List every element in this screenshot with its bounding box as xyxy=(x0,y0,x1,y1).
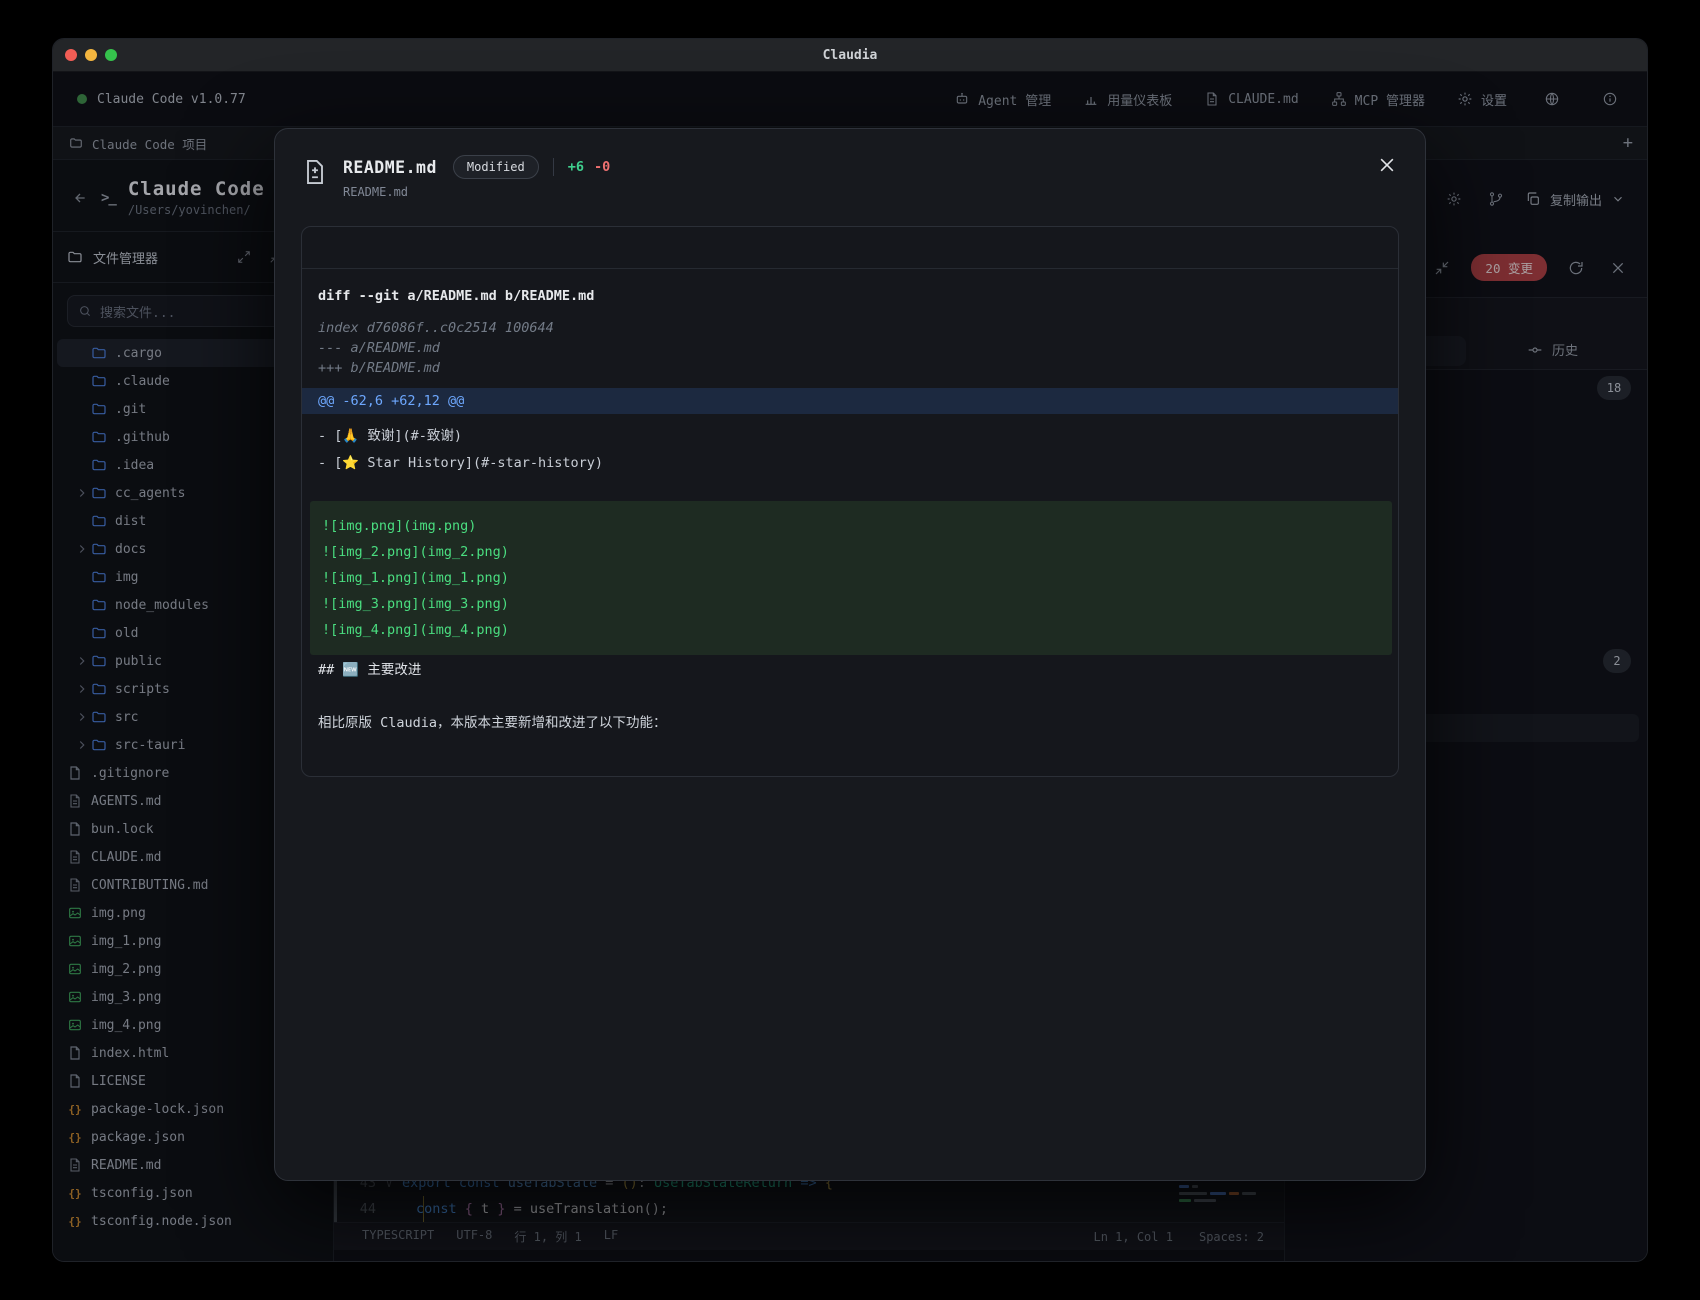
diff-hunk-header: @@ -62,6 +62,12 @@ xyxy=(302,388,1398,414)
diff-added-line: ![img_2.png](img_2.png) xyxy=(310,539,1392,565)
diff-added-line: ![img_3.png](img_3.png) xyxy=(310,591,1392,617)
diff-file-title: README.md xyxy=(343,158,437,177)
diff-context-line: - [🙏 致谢](#-致谢) xyxy=(302,423,1398,450)
deletions-count: -0 xyxy=(594,159,610,175)
diff-modal-header: README.md Modified +6 -0 README.md xyxy=(275,129,1425,199)
diff-old-file-line: --- a/README.md xyxy=(302,338,1398,358)
diff-file-subtitle: README.md xyxy=(343,185,610,199)
diff-index-line: index d76086f..c0c2514 100644 xyxy=(302,318,1398,338)
modal-close-button[interactable] xyxy=(1377,155,1399,177)
app-window: Claudia Claude Code v1.0.77 Agent 管理 用量仪… xyxy=(52,38,1648,1262)
titlebar: Claudia xyxy=(53,39,1647,72)
diff-context-line: - [⭐ Star History](#-star-history) xyxy=(302,450,1398,477)
diff-added-block: ![img.png](img.png) ![img_2.png](img_2.p… xyxy=(310,501,1392,655)
divider xyxy=(553,158,554,176)
additions-count: +6 xyxy=(568,159,584,175)
diff-paragraph-line: 相比原版 Claudia，本版本主要新增和改进了以下功能： xyxy=(302,710,1398,736)
diff-added-line: ![img_4.png](img_4.png) xyxy=(310,617,1392,643)
diff-panel-toolbar xyxy=(302,227,1398,269)
screen: Claudia Claude Code v1.0.77 Agent 管理 用量仪… xyxy=(0,0,1700,1300)
diff-added-line: ![img.png](img.png) xyxy=(310,513,1392,539)
modified-status-badge: Modified xyxy=(453,155,539,179)
diff-panel: diff --git a/README.md b/README.md index… xyxy=(301,226,1399,777)
diff-modal: README.md Modified +6 -0 README.md diff … xyxy=(274,128,1426,1181)
window-title: Claudia xyxy=(53,48,1647,63)
file-diff-icon xyxy=(301,157,329,187)
diff-added-line: ![img_1.png](img_1.png) xyxy=(310,565,1392,591)
diff-new-file-line: +++ b/README.md xyxy=(302,358,1398,378)
diff-command-line: diff --git a/README.md b/README.md xyxy=(302,283,1398,309)
close-icon xyxy=(1377,155,1397,175)
diff-heading-line: ## 🆕 主要改进 xyxy=(302,657,1398,684)
